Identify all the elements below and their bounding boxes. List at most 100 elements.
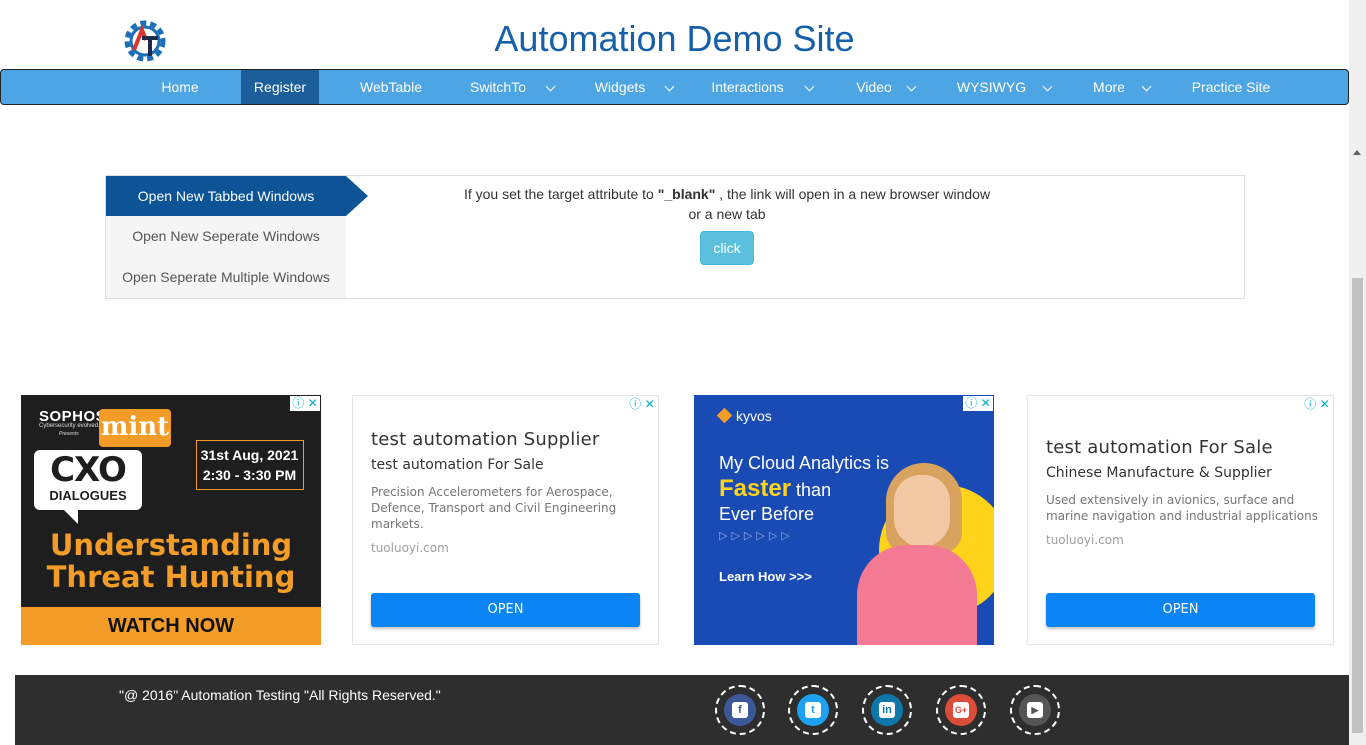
ad-choices-close[interactable]: ⓘ ✕ bbox=[290, 396, 320, 411]
tab-open-seperate-multiple-windows[interactable]: Open Seperate Multiple Windows bbox=[106, 257, 346, 297]
nav-label: Practice Site bbox=[1191, 79, 1271, 95]
nav-interactions[interactable]: Interactions bbox=[696, 70, 821, 104]
ad-choices-close[interactable]: ⓘ ✕ bbox=[963, 396, 993, 411]
chevron-down-icon bbox=[906, 81, 917, 92]
ad-presents: Presents bbox=[59, 431, 79, 437]
nav-video[interactable]: Video bbox=[841, 70, 921, 104]
ad-domain[interactable]: tuoluoyi.com bbox=[371, 541, 449, 555]
close-icon[interactable]: ✕ bbox=[981, 396, 991, 410]
ad-description: Used extensively in avionics, surface an… bbox=[1046, 493, 1319, 523]
ad-headline: Ever Before bbox=[719, 504, 815, 524]
nav-home[interactable]: Home bbox=[141, 70, 219, 104]
tab-description: If you set the target attribute to "_bla… bbox=[456, 184, 998, 224]
nav-practice-site[interactable]: Practice Site bbox=[1171, 70, 1291, 104]
ad-headline: My Cloud Analytics is bbox=[719, 453, 890, 473]
chevron-down-icon bbox=[1141, 81, 1152, 92]
person-image bbox=[894, 475, 950, 547]
watch-now-button[interactable]: WATCH NOW bbox=[21, 607, 321, 645]
nav-label: Home bbox=[161, 79, 199, 95]
nav-label: More bbox=[1093, 79, 1125, 95]
social-facebook[interactable]: f bbox=[715, 685, 765, 735]
ad-brand-tagline: Cybersecurity evolved. bbox=[39, 423, 100, 429]
ad-open-button[interactable]: OPEN bbox=[1046, 593, 1315, 627]
nav-label: Video bbox=[856, 79, 892, 95]
nav-switchto[interactable]: SwitchTo bbox=[456, 70, 566, 104]
ad-choices-close[interactable]: ⓘ ✕ bbox=[1302, 397, 1332, 412]
ad-choices-close[interactable]: ⓘ ✕ bbox=[627, 397, 657, 412]
description-text: or a new tab bbox=[688, 206, 766, 222]
ad-text-1[interactable]: test automation Supplier test automation… bbox=[352, 395, 659, 645]
kyvos-logo-icon bbox=[716, 407, 733, 424]
nav-webtable[interactable]: WebTable bbox=[341, 70, 441, 104]
info-icon[interactable]: ⓘ bbox=[292, 396, 304, 410]
windows-tab-panel: Open New Tabbed Windows Open New Seperat… bbox=[105, 175, 1245, 299]
nav-more[interactable]: More bbox=[1076, 70, 1156, 104]
cxo-text: CXO bbox=[50, 450, 127, 490]
ad-headline: Faster than bbox=[719, 475, 831, 503]
tab-open-new-seperate-windows[interactable]: Open New Seperate Windows bbox=[106, 216, 346, 256]
description-text: , the link will open in a new browser wi… bbox=[715, 186, 991, 202]
ad-description: Precision Accelerometers for Aerospace, … bbox=[371, 485, 617, 531]
social-linkedin[interactable]: in bbox=[862, 685, 912, 735]
close-icon[interactable]: ✕ bbox=[1320, 397, 1330, 411]
social-google-plus[interactable]: G+ bbox=[936, 685, 986, 735]
info-icon[interactable]: ⓘ bbox=[1304, 397, 1316, 411]
ad-text-2[interactable]: test automation For Sale Chinese Manufac… bbox=[1027, 395, 1334, 645]
ad-brand: kyvos bbox=[716, 407, 772, 424]
vertical-scrollbar[interactable] bbox=[1349, 0, 1366, 745]
ad-sophos-banner[interactable]: SOPHOS Cybersecurity evolved. Presents m… bbox=[21, 395, 321, 645]
page: Automation Demo Site Home Register WebTa… bbox=[0, 0, 1366, 745]
brand-text: kyvos bbox=[736, 408, 772, 424]
tab-open-new-tabbed-windows[interactable]: Open New Tabbed Windows bbox=[106, 176, 368, 216]
footer: "@ 2016" Automation Testing "All Rights … bbox=[15, 675, 1349, 745]
person-image bbox=[857, 545, 977, 645]
description-bold: "_blank" bbox=[657, 186, 716, 202]
learn-how-link[interactable]: Learn How >>> bbox=[719, 569, 812, 584]
nav-widgets[interactable]: Widgets bbox=[581, 70, 681, 104]
youtube-glyph: ▶ bbox=[1027, 702, 1043, 718]
event-time: 2:30 - 3:30 PM bbox=[202, 467, 297, 483]
mint-logo: mint bbox=[99, 409, 171, 447]
ad-title[interactable]: test automation For Sale bbox=[1046, 437, 1273, 458]
google-plus-glyph: G+ bbox=[953, 702, 969, 718]
nav-label: SwitchTo bbox=[469, 79, 527, 95]
twitter-icon[interactable]: t bbox=[797, 694, 829, 726]
scrollbar-thumb[interactable] bbox=[1352, 278, 1363, 733]
google-plus-icon[interactable]: G+ bbox=[945, 694, 977, 726]
info-icon[interactable]: ⓘ bbox=[629, 397, 641, 411]
than-text: than bbox=[791, 480, 832, 500]
close-icon[interactable]: ✕ bbox=[308, 396, 318, 410]
click-button[interactable]: click bbox=[700, 231, 754, 265]
chevron-down-icon bbox=[664, 81, 675, 92]
social-youtube[interactable]: ▶ bbox=[1010, 685, 1060, 735]
chevron-down-icon bbox=[1042, 81, 1053, 92]
site-title: Automation Demo Site bbox=[494, 18, 855, 59]
twitter-glyph: t bbox=[805, 702, 821, 718]
ad-open-button[interactable]: OPEN bbox=[371, 593, 640, 627]
ad-title[interactable]: test automation Supplier bbox=[371, 429, 600, 450]
linkedin-icon[interactable]: in bbox=[871, 694, 903, 726]
nav-label: Interactions bbox=[711, 79, 784, 95]
nav-wysiwyg[interactable]: WYSIWYG bbox=[941, 70, 1056, 104]
youtube-icon[interactable]: ▶ bbox=[1019, 694, 1051, 726]
arrow-dots-icon: ▷▷▷▷▷▷ bbox=[719, 530, 794, 542]
ad-subtitle: test automation For Sale bbox=[371, 457, 544, 473]
nav-register[interactable]: Register bbox=[241, 70, 319, 104]
nav-label: Widgets bbox=[594, 79, 646, 95]
close-icon[interactable]: ✕ bbox=[645, 397, 655, 411]
nav-label: Register bbox=[253, 79, 307, 95]
ad-headline: Understanding bbox=[49, 528, 293, 562]
social-twitter[interactable]: t bbox=[788, 685, 838, 735]
facebook-icon[interactable]: f bbox=[724, 694, 756, 726]
info-icon[interactable]: ⓘ bbox=[965, 396, 977, 410]
nav-label: WYSIWYG bbox=[956, 79, 1027, 95]
event-date: 31st Aug, 2021 bbox=[200, 447, 299, 463]
facebook-glyph: f bbox=[732, 702, 748, 718]
main-navbar: Home Register WebTable SwitchTo Widgets … bbox=[0, 69, 1349, 105]
scroll-up-arrow-icon[interactable] bbox=[1353, 150, 1361, 155]
ad-subtitle: Chinese Manufacture & Supplier bbox=[1046, 465, 1272, 481]
chevron-down-icon bbox=[804, 81, 815, 92]
ad-domain[interactable]: tuoluoyi.com bbox=[1046, 533, 1124, 547]
copyright-text: "@ 2016" Automation Testing "All Rights … bbox=[119, 687, 441, 703]
ad-kyvos-banner[interactable]: kyvos My Cloud Analytics is Faster than … bbox=[694, 395, 994, 645]
